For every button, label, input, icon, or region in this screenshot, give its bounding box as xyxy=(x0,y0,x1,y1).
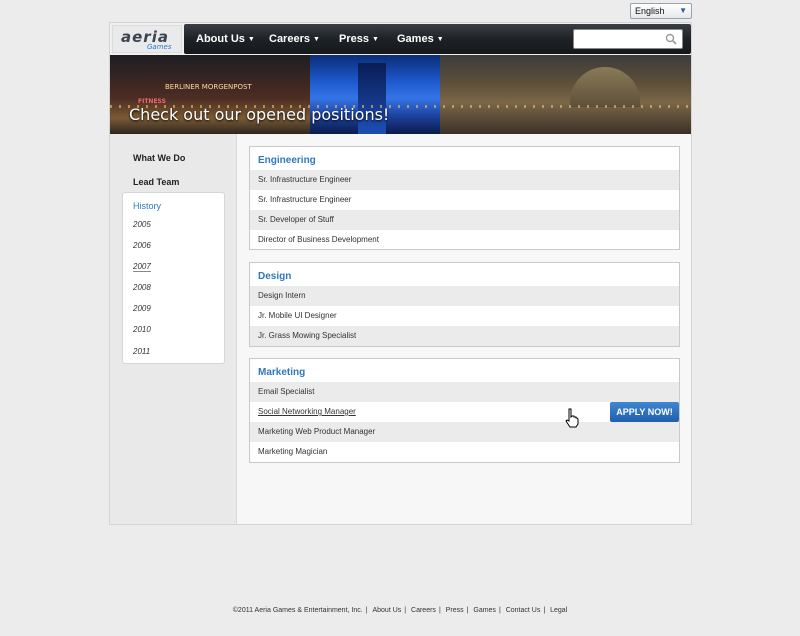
language-select-value: English xyxy=(635,6,665,16)
sidebar-link-what-we-do[interactable]: What We Do xyxy=(133,153,185,163)
year-link-2005[interactable]: 2005 xyxy=(133,220,151,229)
year-link-2007[interactable]: 2007 xyxy=(133,262,151,272)
sidebar: What We Do Lead Team History 2005 2006 2… xyxy=(110,134,237,524)
year-link-2011[interactable]: 2011 xyxy=(133,347,150,356)
year-link-2006[interactable]: 2006 xyxy=(133,241,151,250)
year-link-2009[interactable]: 2009 xyxy=(133,304,151,313)
footer-link-games[interactable]: Games xyxy=(473,607,496,614)
job-row[interactable]: Jr. Mobile UI Designer xyxy=(250,306,679,326)
chevron-down-icon: ▼ xyxy=(312,36,320,43)
banner-title: Check out our opened positions! xyxy=(129,105,390,124)
job-row[interactable]: Sr. Developer of Stuff xyxy=(250,210,679,230)
main-nav: About Us ▼ Careers ▼ Press ▼ Games ▼ xyxy=(184,24,691,54)
nav-label: Press xyxy=(339,33,369,45)
department-title: Marketing xyxy=(258,367,306,378)
job-row[interactable]: Jr. Grass Mowing Specialist xyxy=(250,326,679,346)
job-row[interactable]: Sr. Infrastructure Engineer xyxy=(250,170,679,190)
department-panel-engineering: Engineering Sr. Infrastructure Engineer … xyxy=(249,146,680,250)
nav-careers[interactable]: Careers ▼ xyxy=(269,24,320,54)
footer-copyright: ©2011 Aeria Games & Entertainment, Inc. xyxy=(232,607,363,614)
chevron-down-icon: ▼ xyxy=(436,36,444,43)
banner-photo-right xyxy=(440,55,691,134)
nav-press[interactable]: Press ▼ xyxy=(339,24,379,54)
chevron-down-icon: ▼ xyxy=(679,6,687,15)
department-title: Design xyxy=(258,271,292,282)
year-link-2010[interactable]: 2010 xyxy=(133,325,151,334)
search-box xyxy=(573,29,683,49)
department-panel-marketing: Marketing Email Specialist Social Networ… xyxy=(249,358,680,463)
page-container: aeria Games About Us ▼ Careers ▼ Press ▼ Ga… xyxy=(109,22,692,525)
job-row[interactable]: Marketing Web Product Manager xyxy=(250,422,679,442)
history-title[interactable]: History xyxy=(133,201,161,211)
nav-label: Careers xyxy=(269,33,310,45)
nav-label: Games xyxy=(397,33,434,45)
job-row[interactable]: Sr. Infrastructure Engineer xyxy=(250,190,679,210)
department-panel-design: Design Design Intern Jr. Mobile UI Desig… xyxy=(249,262,680,347)
header: aeria Games About Us ▼ Careers ▼ Press ▼ Ga… xyxy=(110,23,691,55)
job-row[interactable]: Director of Business Development xyxy=(250,230,679,250)
banner-sign: BERLINER MORGENPOST xyxy=(165,83,252,91)
footer: ©2011 Aeria Games & Entertainment, Inc. |… xyxy=(232,607,568,614)
job-row-hovered[interactable]: Social Networking Manager APPLY NOW! xyxy=(250,402,679,422)
footer-link-about-us[interactable]: About Us xyxy=(372,607,401,614)
job-title[interactable]: Social Networking Manager xyxy=(258,407,356,416)
department-title: Engineering xyxy=(258,155,316,166)
job-row[interactable]: Marketing Magician xyxy=(250,442,679,462)
chevron-down-icon: ▼ xyxy=(247,36,255,43)
apply-now-button[interactable]: APPLY NOW! xyxy=(610,402,679,422)
job-row[interactable]: Design Intern xyxy=(250,286,679,306)
footer-link-legal[interactable]: Legal xyxy=(550,607,567,614)
history-box: History 2005 2006 2007 2008 2009 2010 20… xyxy=(122,192,225,364)
nav-games[interactable]: Games ▼ xyxy=(397,24,444,54)
chevron-down-icon: ▼ xyxy=(371,36,379,43)
footer-link-press[interactable]: Press xyxy=(446,607,464,614)
sidebar-link-lead-team[interactable]: Lead Team xyxy=(133,177,179,187)
nav-label: About Us xyxy=(196,33,245,45)
search-icon[interactable] xyxy=(665,33,677,45)
hero-banner: BERLINER MORGENPOST FITNESS Check out ou… xyxy=(110,55,691,134)
logo-subtext: Games xyxy=(147,43,172,51)
banner-fitness-sign: FITNESS xyxy=(138,98,166,105)
footer-link-careers[interactable]: Careers xyxy=(411,607,436,614)
search-input[interactable] xyxy=(577,32,665,46)
footer-link-contact-us[interactable]: Contact Us xyxy=(506,607,541,614)
job-row[interactable]: Email Specialist xyxy=(250,382,679,402)
hand-cursor-icon xyxy=(565,408,579,428)
logo[interactable]: aeria Games xyxy=(112,25,182,53)
nav-about-us[interactable]: About Us ▼ xyxy=(196,24,255,54)
year-link-2008[interactable]: 2008 xyxy=(133,283,151,292)
language-select[interactable]: English ▼ xyxy=(630,3,692,19)
